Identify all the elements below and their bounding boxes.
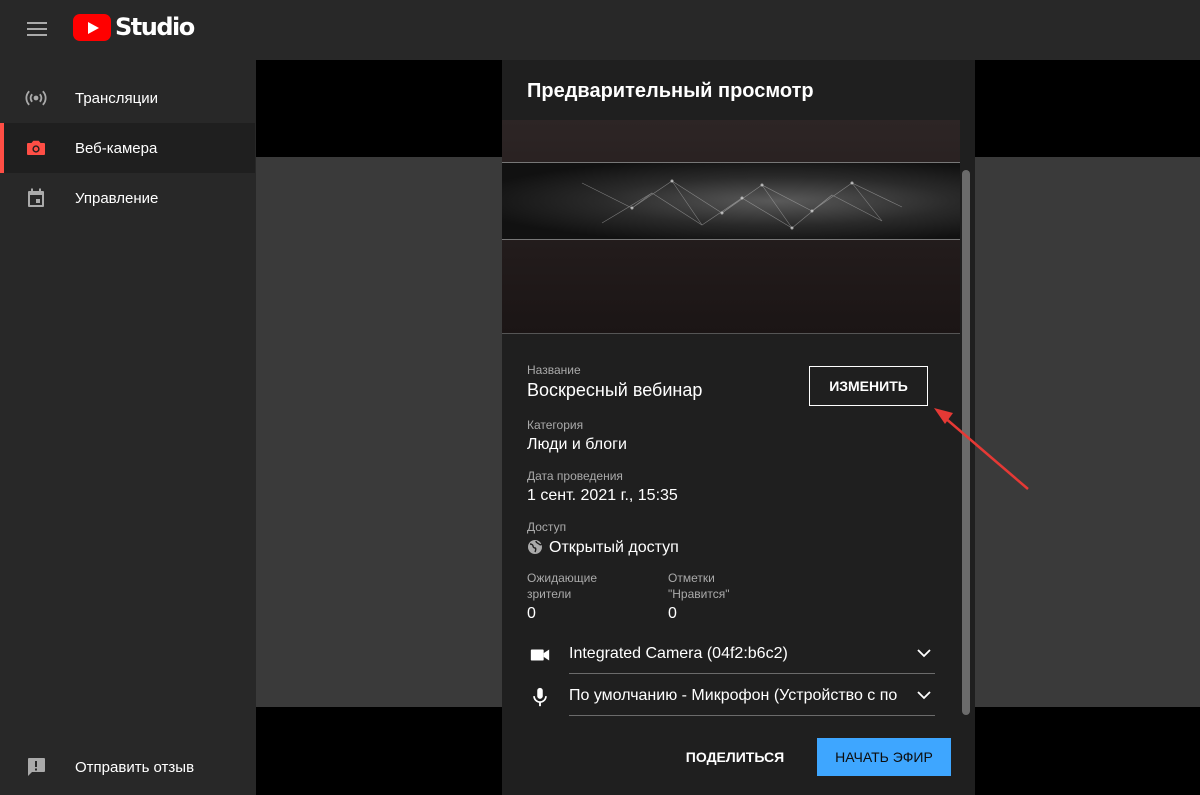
- dialog-scrollbar[interactable]: [962, 170, 970, 715]
- camera-select-underline: [569, 673, 935, 674]
- studio-logo[interactable]: Studio: [73, 13, 195, 41]
- channel-banner-image: [502, 162, 960, 240]
- microphone-select[interactable]: По умолчанию - Микрофон (Устройство с по: [527, 676, 935, 716]
- waiting-viewers-value: 0: [527, 605, 536, 622]
- waiting-viewers-label: Ожидающие зрители: [527, 570, 597, 602]
- likes-label-line2: "Нравится": [668, 587, 730, 601]
- likes-label: Отметки "Нравится": [668, 570, 729, 602]
- top-bar: Studio: [0, 0, 1200, 60]
- waiting-label-line1: Ожидающие: [527, 571, 597, 585]
- live-broadcast-icon: [25, 90, 47, 106]
- category-label: Категория: [527, 418, 584, 432]
- camera-select[interactable]: Integrated Camera (04f2:b6c2): [527, 634, 935, 674]
- title-value: Воскресный вебинар: [527, 380, 703, 400]
- logo-text: Studio: [115, 13, 195, 41]
- dialog-title: Предварительный просмотр: [527, 80, 814, 102]
- access-value: Открытый доступ: [549, 539, 679, 556]
- likes-label-line1: Отметки: [668, 571, 715, 585]
- access-value-row: Открытый доступ: [527, 539, 679, 557]
- sidebar-item-label: Управление: [75, 189, 159, 207]
- sidebar-item-webcam[interactable]: Веб-камера: [0, 123, 255, 173]
- edit-button[interactable]: ИЗМЕНИТЬ: [809, 366, 928, 406]
- chevron-down-icon: [917, 649, 931, 658]
- hamburger-menu-icon[interactable]: [26, 18, 48, 40]
- camera-icon: [27, 140, 45, 155]
- waiting-label-line2: зрители: [527, 587, 572, 601]
- date-label: Дата проведения: [527, 469, 623, 483]
- microphone-device-value: По умолчанию - Микрофон (Устройство с по: [569, 687, 898, 704]
- feedback-icon: [28, 758, 45, 776]
- feedback-label: Отправить отзыв: [75, 758, 195, 776]
- calendar-icon: [28, 188, 44, 207]
- likes-value: 0: [668, 605, 677, 622]
- share-button[interactable]: ПОДЕЛИТЬСЯ: [672, 738, 798, 776]
- title-label: Название: [527, 363, 581, 377]
- network-pattern: [581, 179, 903, 230]
- sidebar: Трансляции Веб-камера Управление Отправи…: [0, 60, 255, 795]
- videocam-icon: [530, 649, 550, 661]
- sidebar-item-broadcasts[interactable]: Трансляции: [0, 73, 255, 123]
- date-value: 1 сент. 2021 г., 15:35: [527, 487, 678, 504]
- access-label: Доступ: [527, 520, 567, 534]
- start-stream-button[interactable]: НАЧАТЬ ЭФИР: [817, 738, 951, 776]
- globe-icon: [528, 540, 543, 554]
- chevron-down-icon: [917, 691, 931, 700]
- camera-device-value: Integrated Camera (04f2:b6c2): [569, 645, 788, 662]
- sidebar-item-manage[interactable]: Управление: [0, 173, 255, 223]
- send-feedback-button[interactable]: Отправить отзыв: [0, 742, 255, 792]
- microphone-select-underline: [569, 715, 935, 716]
- youtube-play-icon: [73, 13, 111, 41]
- microphone-icon: [533, 687, 547, 707]
- preview-thumbnail: [502, 120, 960, 334]
- sidebar-item-label: Трансляции: [75, 89, 159, 107]
- sidebar-item-label: Веб-камера: [75, 139, 158, 157]
- category-value: Люди и блоги: [527, 436, 627, 453]
